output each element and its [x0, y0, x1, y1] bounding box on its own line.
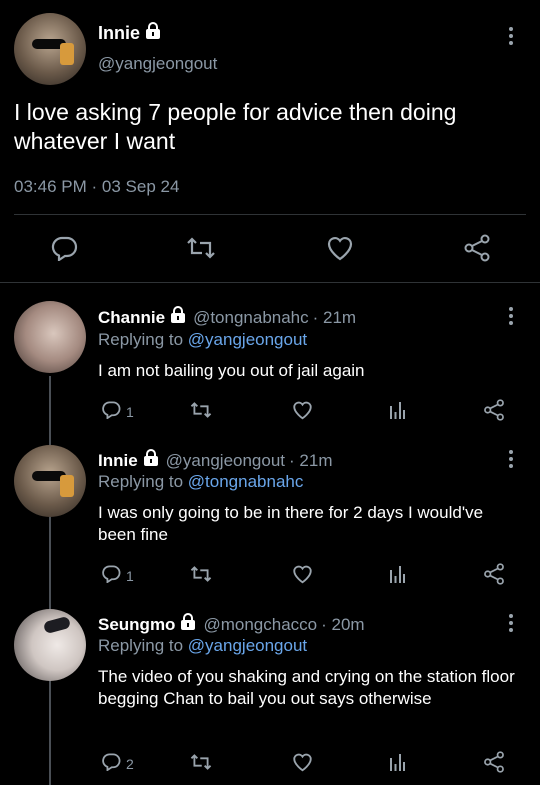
author-handle[interactable]: @yangjeongout: [98, 54, 217, 74]
reply-text: The video of you shaking and crying on t…: [98, 667, 515, 708]
more-icon[interactable]: [509, 27, 513, 48]
replying-to-prefix: Replying to: [98, 472, 184, 491]
reply-avatar[interactable]: [14, 445, 86, 517]
retweet-icon[interactable]: [186, 236, 216, 260]
share-icon[interactable]: [483, 563, 505, 590]
reply-icon[interactable]: [50, 235, 78, 261]
reply-header: Innie @yangjeongout · 21m: [98, 449, 333, 472]
retweet-icon[interactable]: [190, 565, 212, 588]
more-icon[interactable]: [509, 450, 513, 471]
reply-author-name[interactable]: Channie: [98, 308, 165, 328]
replying-to-prefix: Replying to: [98, 330, 184, 349]
share-icon[interactable]: [463, 234, 491, 262]
reply-author-name[interactable]: Seungmo: [98, 615, 175, 635]
replying-to-link[interactable]: @yangjeongout: [188, 636, 307, 655]
reply-text: I am not bailing you out of jail again: [98, 361, 365, 380]
replying-to: Replying to @tongnabnahc: [98, 472, 303, 492]
reply-author-handle[interactable]: @tongnabnahc: [193, 308, 309, 328]
reply-header: Channie @tongnabnahc · 21m: [98, 306, 356, 329]
tweet-text: I love asking 7 people for advice then d…: [14, 99, 457, 154]
reply-header: Seungmo @mongchacco · 20m: [98, 613, 365, 636]
analytics-icon[interactable]: [389, 564, 405, 589]
analytics-icon[interactable]: [389, 752, 405, 777]
more-icon[interactable]: [509, 307, 513, 328]
reply-icon: [101, 400, 121, 424]
lock-icon: [144, 22, 162, 45]
reply-button[interactable]: 1: [101, 564, 134, 588]
thread-line: [49, 376, 51, 785]
lock-icon: [142, 449, 160, 472]
reply-text: I was only going to be in there for 2 da…: [98, 503, 484, 544]
lock-icon: [179, 613, 197, 636]
replying-to: Replying to @yangjeongout: [98, 636, 307, 656]
reply-author-name[interactable]: Innie: [98, 451, 138, 471]
replying-to-link[interactable]: @yangjeongout: [188, 330, 307, 349]
divider: [0, 282, 540, 283]
reply-time: · 20m: [321, 614, 365, 634]
tweet-date: 03 Sep 24: [101, 177, 180, 196]
replying-to-link[interactable]: @tongnabnahc: [188, 472, 304, 491]
like-icon[interactable]: [292, 400, 313, 425]
analytics-icon[interactable]: [389, 400, 405, 425]
tweet-time: 03:46 PM: [14, 177, 87, 196]
reply-time: · 21m: [312, 307, 357, 327]
divider: [14, 214, 526, 215]
reply-author-handle[interactable]: @yangjeongout: [166, 451, 285, 471]
reply-icon: [101, 564, 121, 588]
reply-action-bar: 2: [98, 750, 518, 776]
reply-icon: [101, 752, 121, 776]
timestamp-separator: ·: [91, 177, 98, 196]
like-icon[interactable]: [292, 752, 313, 777]
reply-count: 1: [126, 568, 134, 584]
retweet-icon[interactable]: [190, 753, 212, 776]
like-icon[interactable]: [292, 564, 313, 589]
reply-count: 1: [126, 404, 134, 420]
lock-icon: [169, 306, 187, 329]
retweet-icon[interactable]: [190, 401, 212, 424]
reply-button[interactable]: 1: [101, 400, 134, 424]
author-name-row: Innie: [98, 22, 162, 45]
share-icon[interactable]: [483, 399, 505, 426]
reply-avatar[interactable]: [14, 609, 86, 681]
reply-action-bar: 1: [98, 398, 518, 424]
reply-time: · 21m: [289, 450, 333, 470]
author-name[interactable]: Innie: [98, 23, 140, 44]
replying-to-prefix: Replying to: [98, 636, 184, 655]
reply-button[interactable]: 2: [101, 752, 134, 776]
share-icon[interactable]: [483, 751, 505, 778]
reply-author-handle[interactable]: @mongchacco: [203, 615, 317, 635]
more-icon[interactable]: [509, 614, 513, 635]
reply-count: 2: [126, 756, 134, 772]
like-icon[interactable]: [326, 235, 354, 261]
replying-to: Replying to @yangjeongout: [98, 330, 307, 350]
reply-avatar[interactable]: [14, 301, 86, 373]
tweet-timestamp: 03:46 PM · 03 Sep 24: [14, 177, 179, 197]
author-avatar[interactable]: [14, 13, 86, 85]
reply-action-bar: 1: [98, 562, 518, 588]
